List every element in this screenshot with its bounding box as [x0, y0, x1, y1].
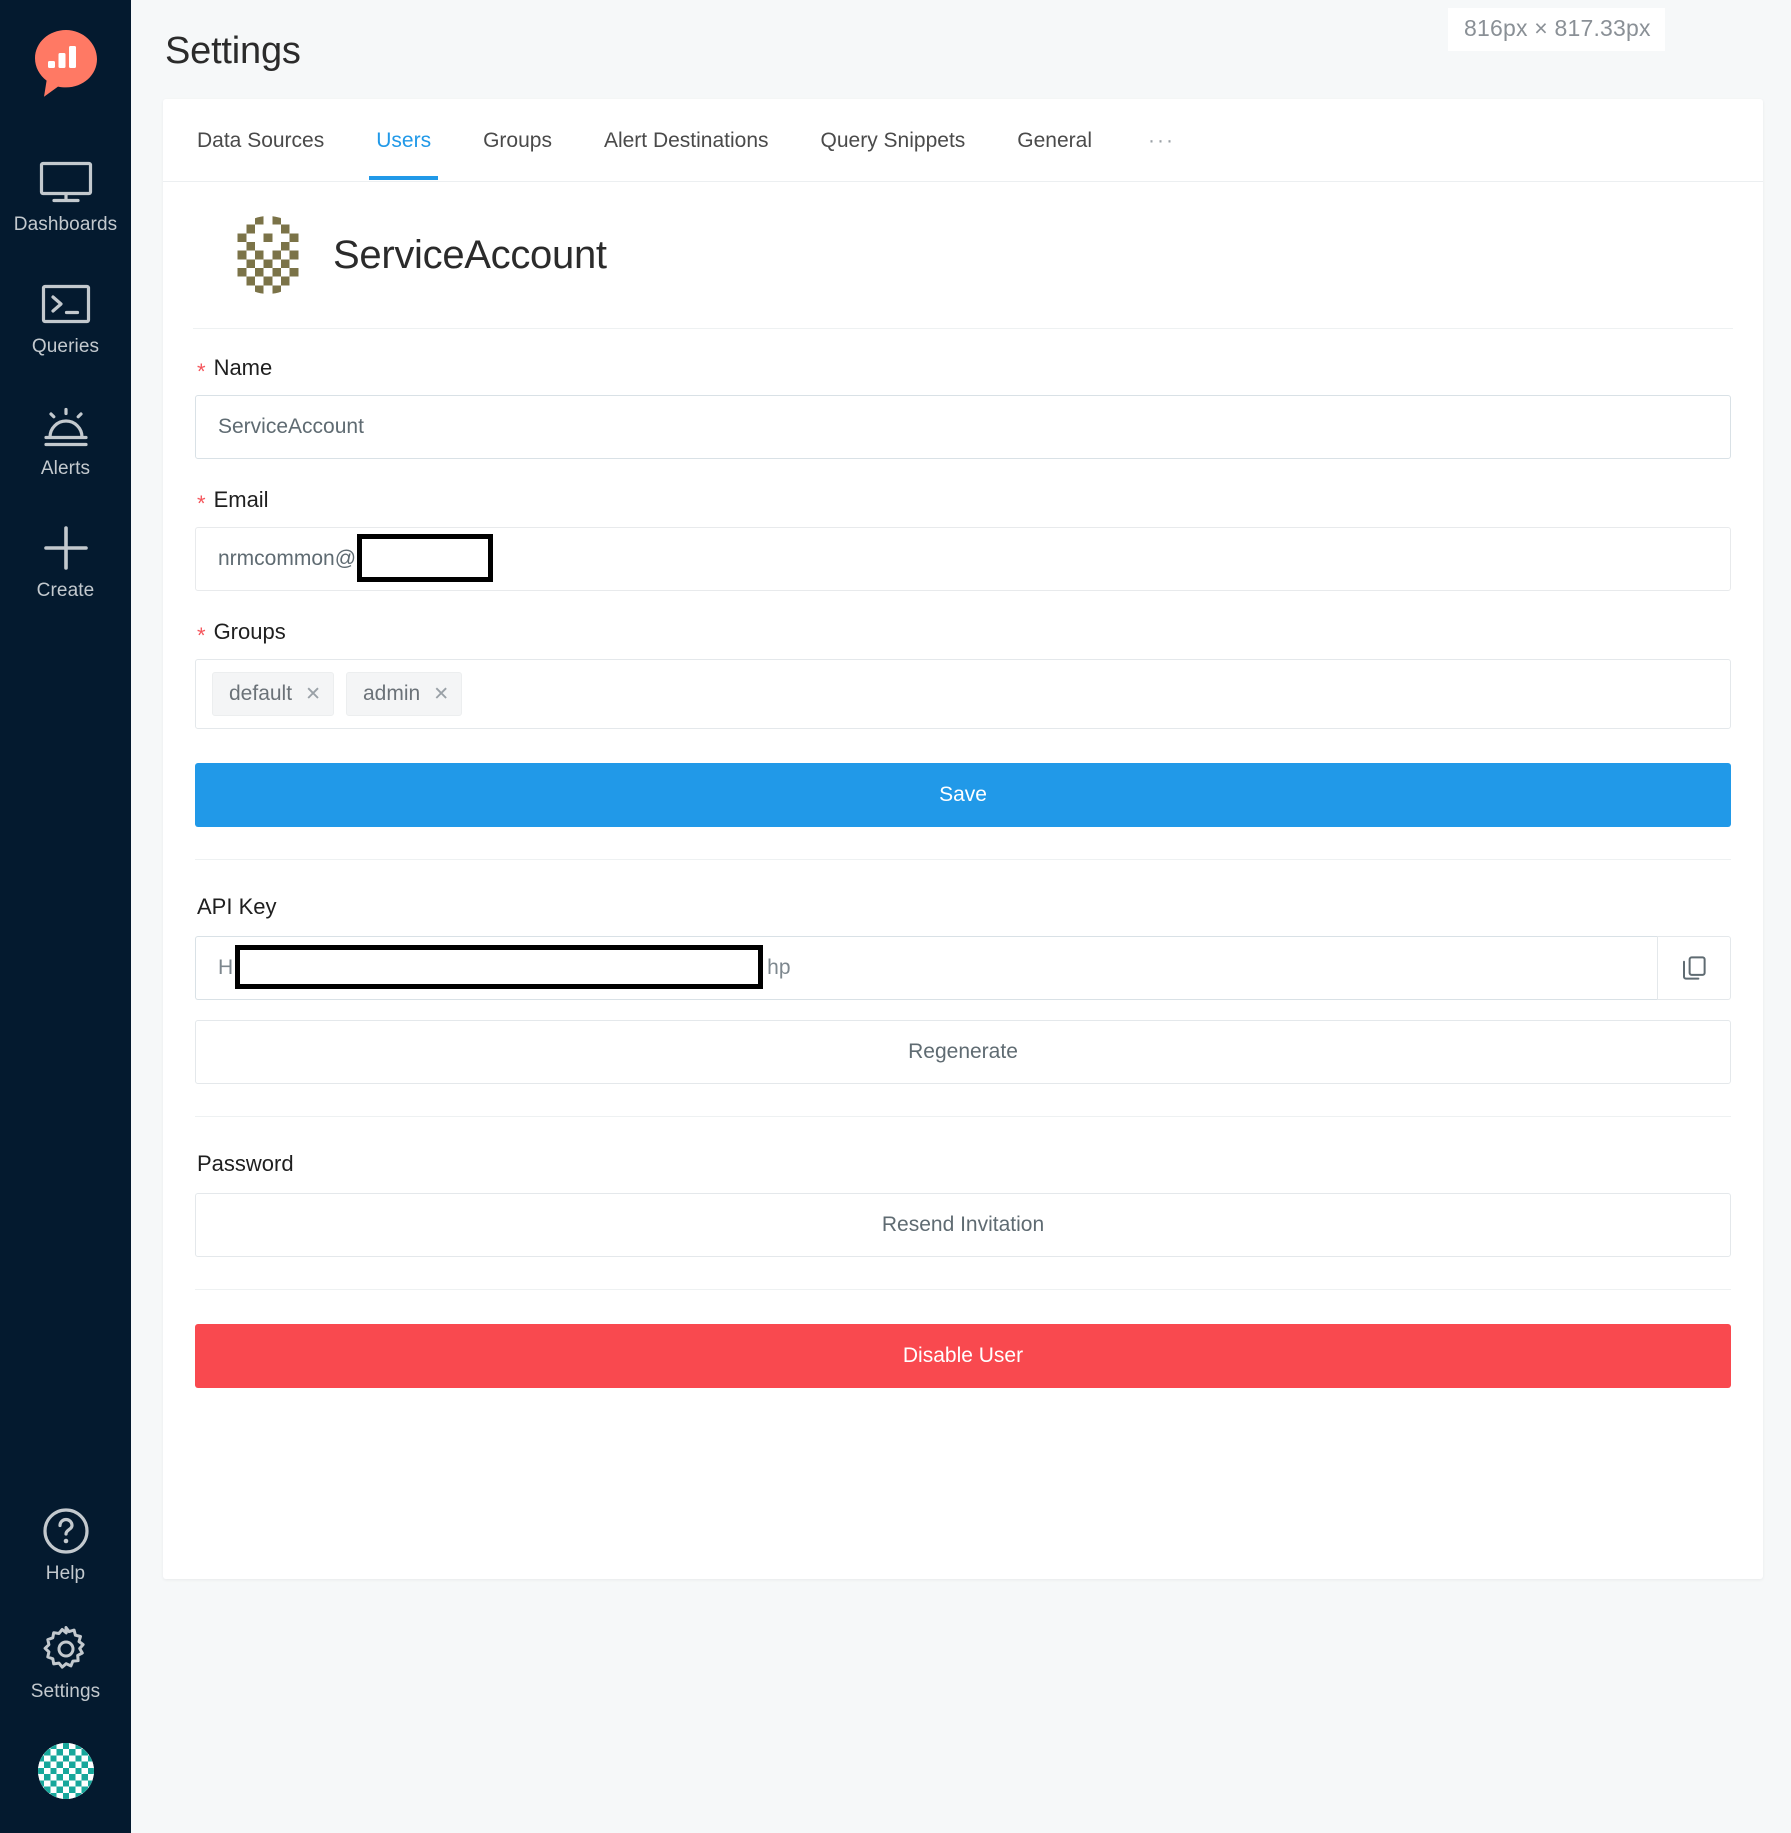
bottom-spacer	[195, 1388, 1731, 1402]
groups-select[interactable]: default ✕ admin ✕	[195, 659, 1731, 729]
api-key-input[interactable]: Hhp	[195, 936, 1657, 1000]
field-groups: * Groups default ✕ admin ✕	[195, 619, 1731, 729]
settings-card: Data Sources Users Groups Alert Destinat…	[163, 99, 1763, 1579]
tab-general[interactable]: General	[991, 99, 1118, 179]
api-key-redaction-box	[235, 945, 764, 989]
password-label: Password	[197, 1151, 294, 1176]
api-key-prefix: H	[218, 956, 234, 979]
api-key-row: Hhp	[195, 936, 1731, 1000]
required-asterisk: *	[197, 623, 206, 648]
required-asterisk: *	[197, 491, 206, 516]
email-label-row: * Email	[197, 487, 1731, 516]
field-email: * Email nrmcommon@	[195, 487, 1731, 591]
plus-icon	[40, 524, 92, 572]
sidebar-item-create[interactable]: Create	[0, 524, 131, 602]
tab-query-snippets[interactable]: Query Snippets	[795, 99, 992, 179]
tab-data-sources[interactable]: Data Sources	[171, 99, 350, 179]
sidebar-item-label: Dashboards	[13, 214, 118, 235]
element-size-tooltip: 816px × 817.33px	[1448, 8, 1665, 51]
disable-user-button[interactable]: Disable User	[195, 1324, 1731, 1388]
user-form: * Name ServiceAccount * Email nrmcommon@	[163, 329, 1763, 1402]
profile-avatar	[229, 216, 307, 294]
name-label-row: * Name	[197, 355, 1731, 384]
resend-invitation-button[interactable]: Resend Invitation	[195, 1193, 1731, 1257]
monitor-icon	[39, 158, 93, 206]
remove-tag-icon[interactable]: ✕	[305, 685, 321, 704]
tab-groups[interactable]: Groups	[457, 99, 578, 179]
group-tag-label: default	[229, 682, 293, 705]
name-label: Name	[213, 355, 273, 380]
name-input-value: ServiceAccount	[218, 415, 364, 438]
tab-users[interactable]: Users	[350, 99, 457, 180]
group-tag[interactable]: admin ✕	[345, 672, 463, 716]
sidebar-item-label: Queries	[31, 336, 100, 357]
sidebar-item-settings[interactable]: Settings	[0, 1625, 131, 1703]
user-avatar[interactable]	[37, 1743, 94, 1799]
group-tag[interactable]: default ✕	[212, 672, 334, 716]
remove-tag-icon[interactable]: ✕	[433, 685, 449, 704]
group-tag-label: admin	[362, 682, 421, 705]
alarm-bell-icon	[40, 402, 92, 450]
email-input[interactable]: nrmcommon@	[195, 527, 1731, 591]
divider	[195, 1289, 1731, 1290]
groups-label-row: * Groups	[197, 619, 1731, 648]
required-asterisk: *	[197, 359, 206, 384]
sidebar-item-label: Create	[36, 580, 95, 601]
sidebar-item-alerts[interactable]: Alerts	[0, 402, 131, 480]
user-display-name: ServiceAccount	[333, 232, 607, 277]
api-key-label: API Key	[197, 894, 277, 919]
sidebar-item-dashboards[interactable]: Dashboards	[0, 158, 131, 236]
terminal-icon	[41, 280, 91, 328]
sidebar-item-label: Settings	[30, 1681, 101, 1702]
main-content: 816px × 817.33px Settings Data Sources U…	[131, 0, 1791, 1833]
user-header: ServiceAccount	[193, 182, 1733, 329]
question-circle-icon	[42, 1507, 90, 1555]
groups-label: Groups	[213, 619, 286, 644]
sidebar-item-label: Help	[45, 1563, 86, 1584]
email-input-value: nrmcommon@	[218, 547, 357, 570]
api-key-suffix: hp	[767, 956, 791, 979]
settings-tabs: Data Sources Users Groups Alert Destinat…	[163, 99, 1763, 182]
email-redaction-box	[357, 534, 494, 582]
sidebar-item-queries[interactable]: Queries	[0, 280, 131, 358]
field-name: * Name ServiceAccount	[195, 355, 1731, 459]
app-root: Dashboards Queries Alerts Create Help Se…	[0, 0, 1791, 1833]
sidebar-item-help[interactable]: Help	[0, 1507, 131, 1585]
sidebar-item-label: Alerts	[40, 458, 91, 479]
name-input[interactable]: ServiceAccount	[195, 395, 1731, 459]
redash-logo-icon[interactable]	[30, 28, 102, 100]
copy-icon[interactable]	[1657, 936, 1731, 1000]
tab-more-overflow[interactable]: ···	[1118, 99, 1205, 179]
sidebar: Dashboards Queries Alerts Create Help Se…	[0, 0, 131, 1833]
gear-icon	[41, 1625, 91, 1673]
divider	[195, 1116, 1731, 1117]
divider	[195, 859, 1731, 860]
sidebar-bottom: Help Settings	[0, 1507, 131, 1833]
email-label: Email	[213, 487, 269, 512]
save-button[interactable]: Save	[195, 763, 1731, 827]
tab-alert-destinations[interactable]: Alert Destinations	[578, 99, 795, 179]
regenerate-button[interactable]: Regenerate	[195, 1020, 1731, 1084]
